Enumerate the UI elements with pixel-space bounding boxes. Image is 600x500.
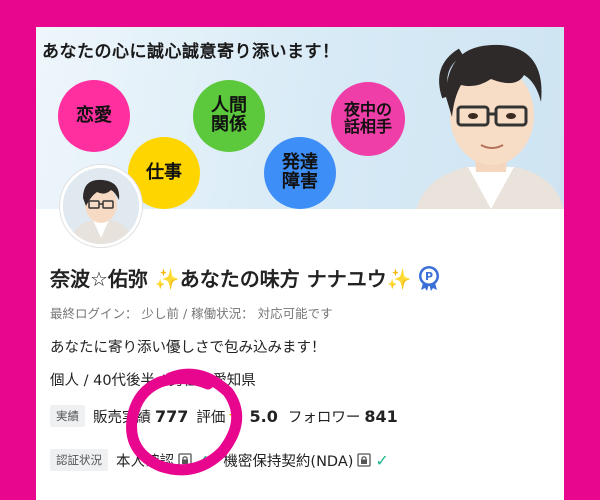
bubble-developmental: 発達 障害 — [264, 137, 336, 209]
stats-row: 実績 販売実績 777 評価 ★ 5.0 フォロワー 841 — [50, 405, 402, 427]
seller-name: 奈波☆佑弥 ✨あなたの味方 ナナユウ✨ — [50, 267, 412, 291]
check-icon: ✓ — [196, 450, 210, 470]
avatar-portrait-image — [63, 168, 139, 244]
lock-icon — [178, 453, 192, 467]
catchphrase: あなたに寄り添い優しさで包み込みます！ — [50, 340, 326, 356]
bubble-night-talk-line2: 話相手 — [343, 117, 392, 136]
verification-tag: 認証状況 — [50, 449, 108, 471]
avatar[interactable] — [60, 165, 142, 247]
bubble-night-talk: 夜中の 話相手 — [331, 82, 405, 156]
bubble-relationships-line2: 関係 — [211, 114, 247, 135]
sales-value: 777 — [155, 406, 189, 426]
profile-attributes: 個人 / 40代後半 / 男性 / 愛知県 — [50, 373, 256, 389]
verification-row: 認証状況 本人確認 ✓ 機密保持契約(NDA) ✓ — [50, 449, 389, 471]
followers-value[interactable]: 841 — [364, 407, 397, 426]
lock-icon — [357, 453, 372, 467]
rating-value: 5.0 — [249, 406, 278, 426]
identity-verified-label: 本人確認 — [116, 453, 174, 470]
sales-label: 販売実績 — [93, 409, 151, 426]
pro-badge-icon: P — [418, 265, 439, 291]
banner-portrait-illustration — [416, 44, 564, 209]
bubble-developmental-line2: 障害 — [282, 171, 318, 192]
star-icon: ★ — [227, 405, 244, 427]
banner-title: あなたの心に誠心誠意寄り添います！ — [42, 42, 340, 62]
rating-label: 評価 — [196, 409, 226, 426]
followers-label[interactable]: フォロワー — [288, 406, 361, 427]
bubble-relationships: 人間 関係 — [193, 80, 265, 152]
bubble-work-text: 仕事 — [146, 161, 182, 183]
profile-card: あなたの心に誠心誠意寄り添います！ 恋愛 人間 関係 仕事 夜中の 話相手 発達… — [36, 27, 564, 500]
bubble-love: 恋愛 — [58, 80, 130, 152]
check-icon: ✓ — [375, 450, 389, 470]
stats-tag: 実績 — [50, 405, 85, 427]
bubble-love-text: 恋愛 — [76, 104, 112, 126]
nda-label: 機密保持契約(NDA) — [223, 453, 354, 470]
svg-text:P: P — [425, 270, 433, 283]
login-status: 最終ログイン： 少し前 / 稼働状況： 対応可能です — [50, 306, 333, 321]
name-row: 奈波☆佑弥 ✨あなたの味方 ナナユウ✨ P — [50, 263, 442, 292]
